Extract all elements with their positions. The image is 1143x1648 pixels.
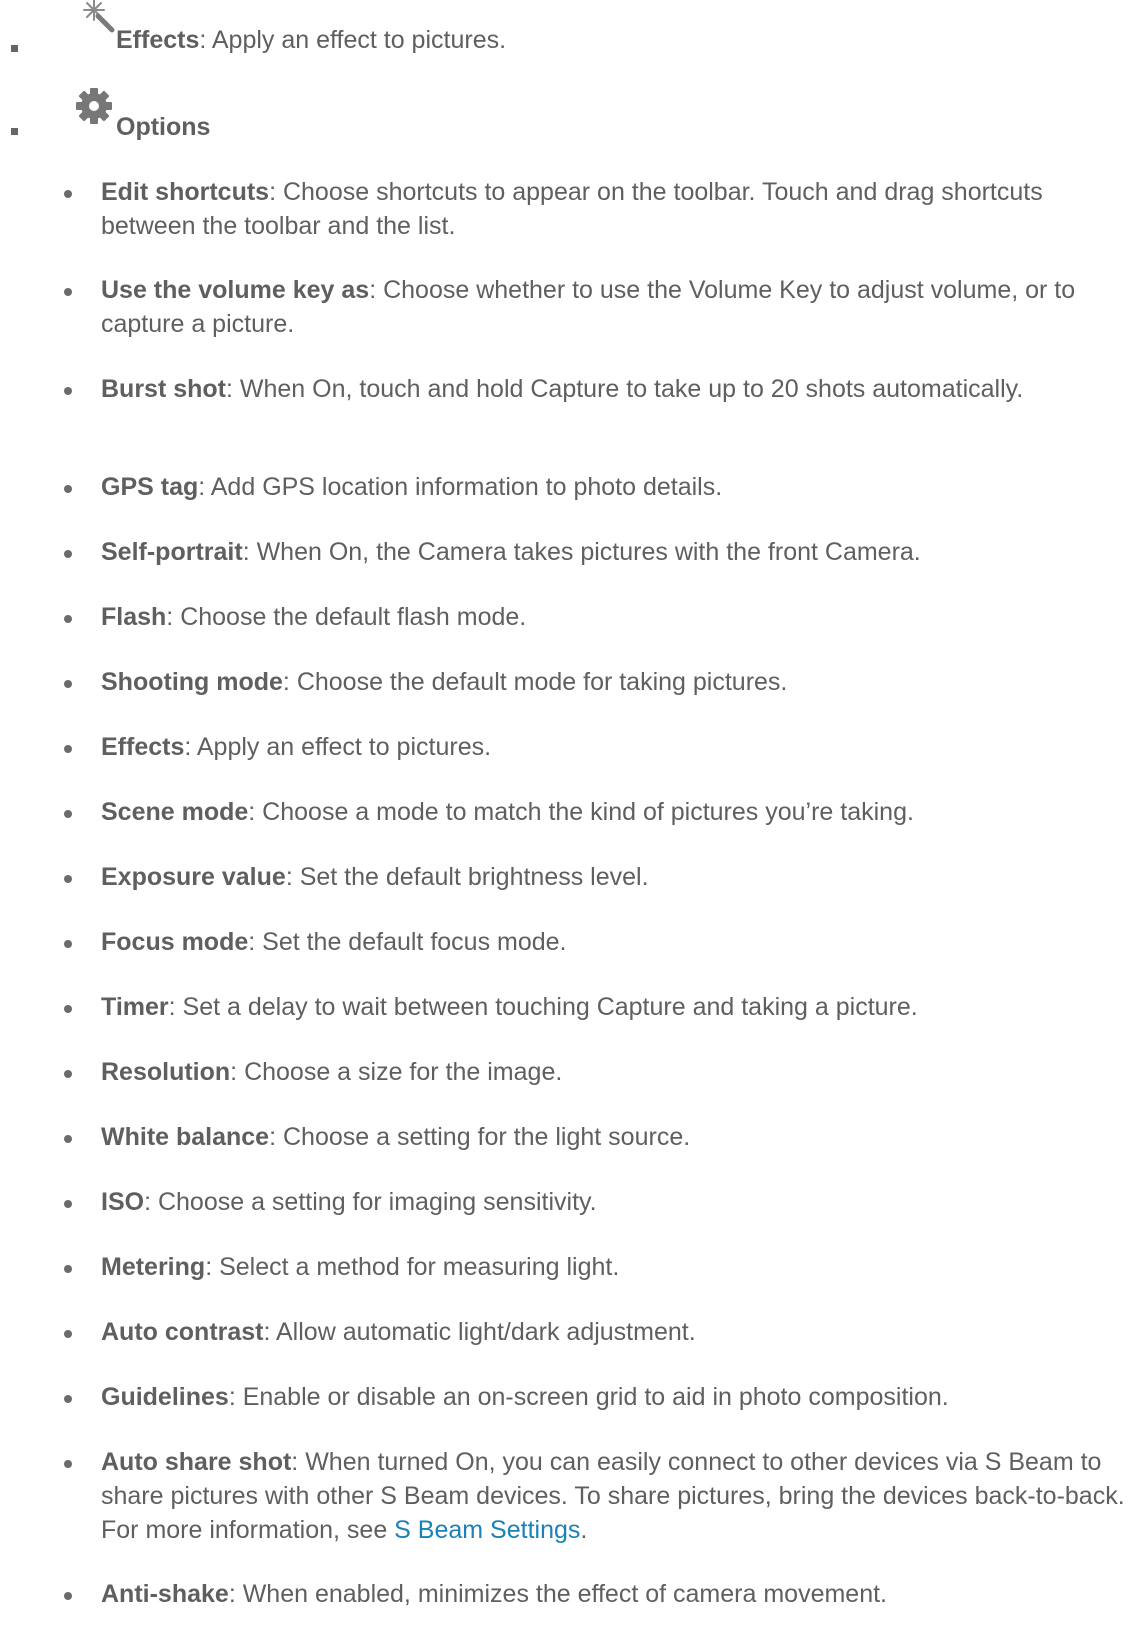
option-term: Auto share shot [101, 1448, 292, 1476]
option-desc: : When On, touch and hold Capture to tak… [226, 375, 1024, 403]
magic-wand-icon [83, 0, 115, 33]
option-term: Use the volume key as [101, 276, 370, 304]
bullet-dot [64, 387, 72, 395]
option-term: Auto contrast [101, 1318, 264, 1346]
option-desc: : Set the default focus mode. [248, 928, 567, 956]
option-desc: : Choose the default mode for taking pic… [282, 668, 788, 696]
top-item-effects: Effects: Apply an effect to pictures. [116, 25, 506, 55]
bullet-dot [64, 550, 72, 558]
option-term: Focus mode [101, 928, 249, 956]
bullet-dot [64, 485, 72, 493]
s-beam-settings-link[interactable]: S Beam Settings [394, 1516, 580, 1544]
bullet-dot [64, 190, 72, 198]
desc-effects-top: : Apply an effect to pictures. [199, 26, 507, 54]
option-desc: : Set the default brightness level. [285, 863, 649, 891]
bullet-dot [64, 1070, 72, 1078]
option-desc: : Enable or disable an on-screen grid to… [228, 1383, 949, 1411]
option-term: Timer [101, 993, 169, 1021]
option-desc-end: . [580, 1516, 588, 1544]
option-desc: : Set a delay to wait between touching C… [168, 993, 918, 1021]
bullet-dot [64, 288, 72, 296]
bullet-dot [64, 940, 72, 948]
option-desc: : Choose a setting for the light source. [269, 1123, 691, 1151]
option-term: Metering [101, 1253, 206, 1281]
option-term: Shooting mode [101, 668, 283, 696]
bullet-dot [64, 1460, 72, 1468]
option-desc: : Choose a size for the image. [230, 1058, 563, 1086]
option-term: Exposure value [101, 863, 286, 891]
option-term: Anti-shake [101, 1580, 229, 1608]
term-effects-top: Effects [116, 26, 200, 54]
option-term: Resolution [101, 1058, 231, 1086]
option-desc: : Choose a setting for imaging sensitivi… [144, 1188, 597, 1216]
option-term: ISO [101, 1188, 145, 1216]
option-term: Edit shortcuts [101, 178, 270, 206]
bullet-dot [64, 1005, 72, 1013]
option-desc: : Select a method for measuring light. [205, 1253, 620, 1281]
option-term: GPS tag [101, 473, 199, 501]
option-term: Burst shot [101, 375, 226, 403]
gear-icon [76, 88, 112, 124]
option-desc: : Add GPS location information to photo … [198, 473, 723, 501]
bullet-dot [64, 1200, 72, 1208]
top-item-options: Options [116, 112, 210, 142]
bullet-dot [64, 875, 72, 883]
square-bullet [11, 45, 18, 52]
option-term: Effects [101, 733, 185, 761]
bullet-dot [64, 615, 72, 623]
option-desc: : Apply an effect to pictures. [184, 733, 492, 761]
bullet-dot [64, 810, 72, 818]
option-desc: : When enabled, minimizes the effect of … [228, 1580, 887, 1608]
option-desc: : Allow automatic light/dark adjustment. [263, 1318, 696, 1346]
square-bullet [11, 128, 18, 135]
bullet-dot [64, 1330, 72, 1338]
option-term: Scene mode [101, 798, 249, 826]
option-desc: : Choose the default flash mode. [166, 603, 527, 631]
option-term: Flash [101, 603, 167, 631]
bullet-dot [64, 745, 72, 753]
option-desc: : Choose a mode to match the kind of pic… [248, 798, 914, 826]
option-term: Guidelines [101, 1383, 229, 1411]
bullet-dot [64, 1265, 72, 1273]
bullet-dot [64, 1135, 72, 1143]
bullet-dot [64, 1592, 72, 1600]
bullet-dot [64, 680, 72, 688]
bullet-dot [64, 1395, 72, 1403]
option-term: White balance [101, 1123, 270, 1151]
term-options: Options [116, 113, 211, 141]
option-term: Self-portrait [101, 538, 243, 566]
option-desc: : When On, the Camera takes pictures wit… [242, 538, 921, 566]
